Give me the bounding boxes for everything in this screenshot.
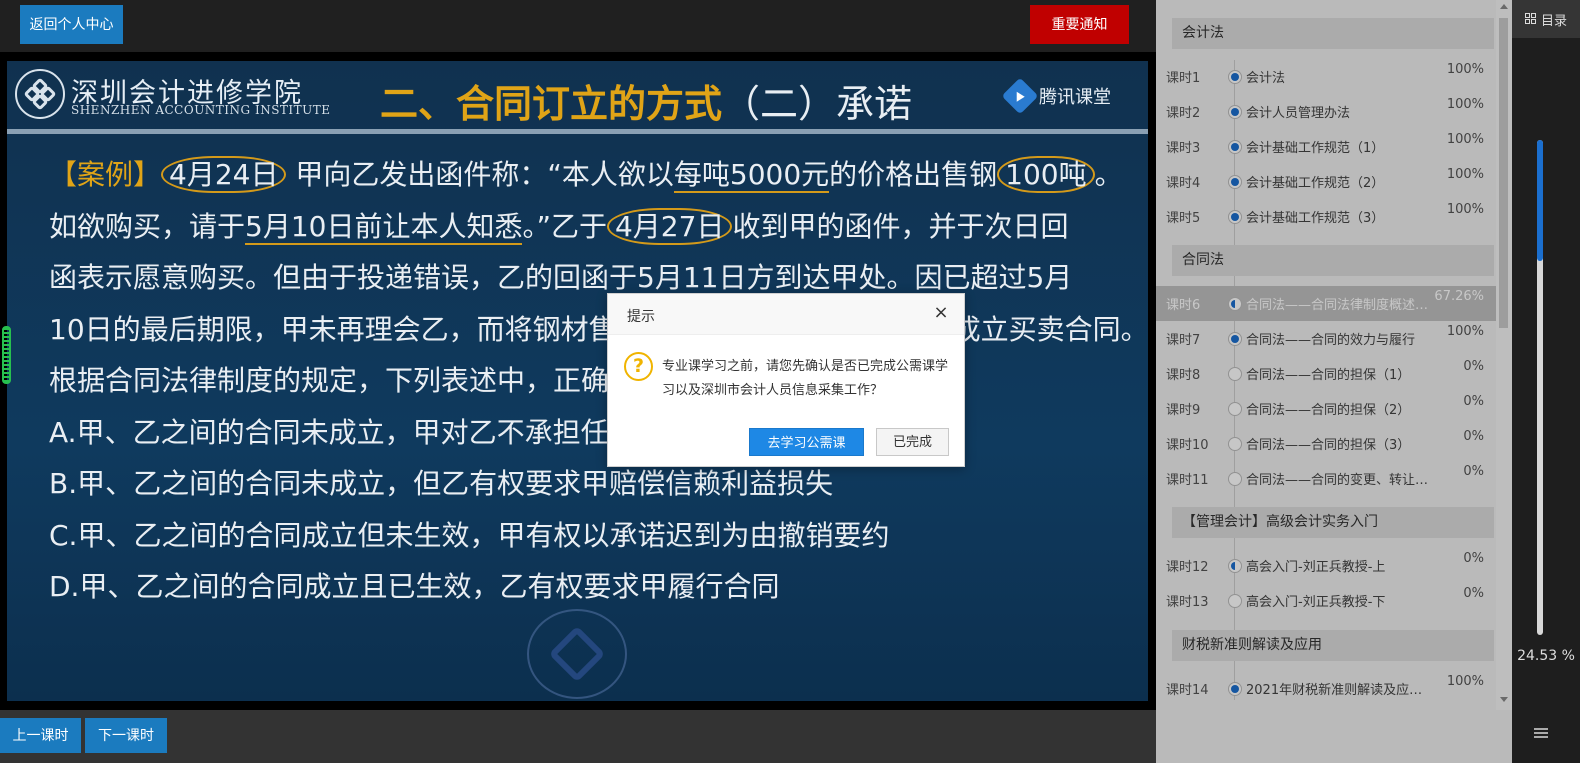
annotated-date-1: 4月24日 [161,156,287,193]
tencent-play-icon [1001,77,1039,115]
right-toolbar: 目录 24.53 % [1512,0,1580,763]
slide-text: 收到甲的函件，并于次日回 [732,209,1069,243]
side-drag-handle[interactable] [2,326,11,384]
overall-progress-bar [1537,140,1543,635]
slide-divider [7,129,1148,134]
annotated-price: 每吨5000元 [673,158,830,193]
overall-progress-fill [1537,140,1543,262]
slide-line-3: 函表示愿意购买。但由于投递错误，乙的回函于5月11日方到达甲处。因已超过5月 [49,261,1073,294]
slide-title: 二、合同订立的方式（二）承诺 [380,73,912,128]
next-lesson-button[interactable]: 下一课时 [85,718,167,753]
slide-text: 。”乙于 [522,209,607,243]
slide-title-main: 二、合同订立的方式 [380,82,723,126]
previous-lesson-button[interactable]: 上一课时 [0,718,81,753]
slide-line-1: 【案例】 4月24日 甲向乙发出函件称：“本人欲以每吨5000元的价格出售钢 100… [49,149,1129,201]
slide-body: 【案例】 4月24日 甲向乙发出函件称：“本人欲以每吨5000元的价格出售钢 100… [49,149,1148,613]
tencent-classroom-brand: 腾讯课堂 [1001,77,1111,115]
slide-header: 深圳会计进修学院 SHENZHEN ACCOUNTING INSTITUTE 二… [7,61,1148,129]
dialog-header: 提示 × [608,294,964,335]
already-completed-button[interactable]: 已完成 [876,428,949,456]
modal-shade [1156,0,1512,763]
annotated-quantity: 100吨 [997,156,1095,193]
toc-label: 目录 [1540,13,1567,29]
institute-name-en: SHENZHEN ACCOUNTING INSTITUTE [71,103,331,117]
close-icon[interactable]: × [932,304,950,322]
tencent-brand-label: 腾讯课堂 [1039,87,1111,108]
slide-text: 。 [1094,158,1123,191]
list-icon[interactable] [1534,728,1548,738]
slide-option-b: B.甲、乙之间的合同未成立，但乙有权要求甲赔偿信赖利益损失 [49,467,834,500]
bottom-bar: 上一课时 下一课时 [0,710,1156,763]
top-bar: 返回个人中心 重要通知 [0,0,1156,52]
important-notice-button[interactable]: 重要通知 [1030,5,1129,44]
lecture-slide: 深圳会计进修学院 SHENZHEN ACCOUNTING INSTITUTE 二… [7,61,1148,701]
dialog-message: 专业课学习之前，请您先确认是否已完成公需课学习以及深圳市会计人员信息采集工作？ [662,359,949,398]
slide-text: 甲向乙发出函件称：“本人欲以 [295,158,674,191]
slide-text: 的价格出售钢 [829,158,998,191]
go-study-public-course-button[interactable]: 去学习公需课 [749,428,864,456]
confirm-dialog: 提示 × ? 专业课学习之前，请您先确认是否已完成公需课学习以及深圳市会计人员信… [607,293,965,467]
grid-icon [1524,13,1537,25]
case-tag: 【案例】 [49,158,162,191]
slide-line-4: 10日的最后期限，甲未再理会乙，而将钢材售予丙。乙认为甲、乙之间已成立买卖合同。 [49,312,1148,346]
institute-logo-icon [15,69,65,119]
toc-tab[interactable]: 目录 [1512,0,1580,38]
annotated-date-2: 4月27日 [606,207,733,245]
annotated-deadline: 5月10日前让本人知悉 [245,209,523,245]
question-icon: ? [624,352,653,381]
watermark-logo-icon [527,609,627,699]
overall-progress-text: 24.53 % [1517,648,1575,664]
slide-line-2: 如欲购买，请于5月10日前让本人知悉。”乙于 4月27日 收到甲的函件，并于次日回 [49,201,1129,253]
back-to-profile-button[interactable]: 返回个人中心 [20,5,123,44]
slide-option-c: C.甲、乙之间的合同成立但未生效，甲有权以承诺迟到为由撤销要约 [49,518,890,552]
slide-option-a: A.甲、乙之间的合同未成立，甲对乙不承担任何责任 [49,415,693,449]
slide-title-sub: （二）承诺 [722,82,913,126]
slide-option-d: D.甲、乙之间的合同成立且已生效，乙有权要求甲履行合同 [49,570,780,603]
dialog-title: 提示 [627,309,655,325]
app-root: 返回个人中心 重要通知 深圳会计进修学院 SHENZHEN ACCOUNTING… [0,0,1580,763]
slide-line-5: 根据合同法律制度的规定，下列表述中，正确的是（ ）。 [49,364,744,397]
video-player[interactable]: 深圳会计进修学院 SHENZHEN ACCOUNTING INSTITUTE 二… [0,52,1156,710]
slide-text: 如欲购买，请于 [49,209,246,243]
